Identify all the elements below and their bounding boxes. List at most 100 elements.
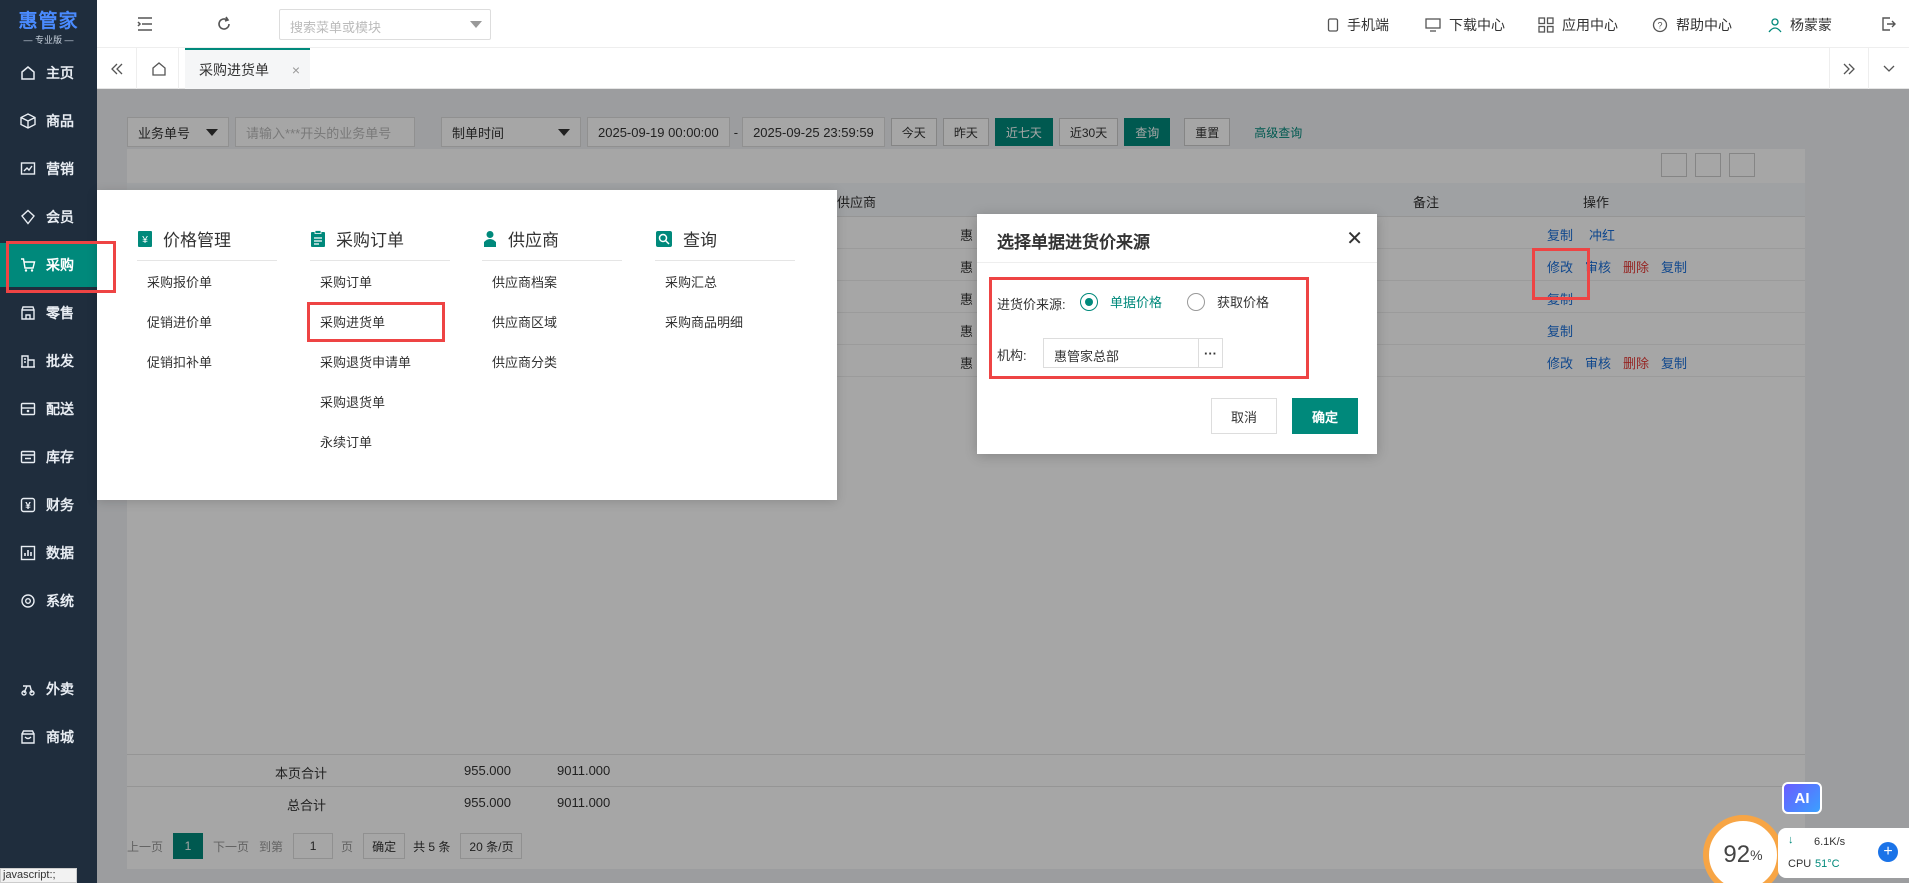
clipboard-icon: [310, 229, 326, 248]
menu-item[interactable]: 采购退货申请单: [310, 341, 450, 381]
status-bar: javascript:;: [0, 868, 77, 883]
data-icon: [20, 545, 36, 561]
menu-item[interactable]: 供应商区域: [482, 301, 622, 341]
sidebar-item-label: 财务: [46, 497, 74, 513]
search-icon: [655, 230, 673, 248]
menu-col-price: ¥ 价格管理 采购报价单 促销进价单 促销扣补单: [137, 226, 277, 381]
radio-fetch-price[interactable]: 获取价格: [1187, 292, 1269, 311]
close-icon[interactable]: ✕: [1346, 226, 1363, 251]
price-source-dialog: 选择单据进货价来源 ✕ 进货价来源: 单据价格 获取价格 机构: 惠管家总部 ·…: [977, 214, 1377, 454]
menu-item[interactable]: 永续订单: [310, 421, 450, 461]
confirm-button[interactable]: 确定: [1292, 398, 1358, 434]
menu-item[interactable]: 采购汇总: [655, 261, 795, 301]
menu-item[interactable]: 供应商分类: [482, 341, 622, 381]
sidebar-item-distribution[interactable]: 配送: [0, 387, 97, 431]
sidebar-item-purchase[interactable]: 采购: [0, 243, 97, 287]
refresh-icon[interactable]: [214, 14, 234, 34]
box-icon: [20, 113, 36, 129]
sidebar-item-retail[interactable]: 零售: [0, 291, 97, 335]
tabs-menu-chevron-icon[interactable]: [1869, 48, 1909, 89]
cpu-label: CPU: [1788, 858, 1812, 870]
sidebar-item-label: 商品: [46, 113, 74, 129]
sidebar-item-system[interactable]: 系统: [0, 579, 97, 623]
sidebar-item-takeout[interactable]: 外卖: [0, 667, 97, 711]
more-options-button[interactable]: ···: [1198, 339, 1222, 367]
divider: [977, 262, 1377, 263]
cpu-temp: 51°C: [1815, 858, 1840, 870]
mobile-label: 手机端: [1347, 17, 1389, 33]
apps-label: 应用中心: [1562, 17, 1618, 33]
apps-link[interactable]: 应用中心: [1538, 15, 1618, 35]
logout-icon[interactable]: [1879, 14, 1899, 34]
home-icon: [20, 65, 36, 81]
menu-col-header: 采购订单: [310, 226, 450, 261]
sidebar: 惠管家 — 专业版 — 主页 商品 营销 会员 采购 零售 批发 配送 库存 ¥…: [0, 0, 97, 883]
monitor-icon: [1425, 18, 1441, 32]
close-icon[interactable]: ×: [292, 62, 300, 78]
cart-icon: [20, 257, 36, 273]
sidebar-item-members[interactable]: 会员: [0, 195, 97, 239]
menu-item[interactable]: 采购退货单: [310, 381, 450, 421]
menu-item[interactable]: 采购订单: [310, 261, 450, 301]
person-icon: [482, 230, 498, 248]
sidebar-item-inventory[interactable]: 库存: [0, 435, 97, 479]
chevron-down-icon: [470, 21, 482, 28]
user-menu[interactable]: 杨蒙蒙: [1768, 15, 1832, 35]
sidebar-item-label: 外卖: [46, 681, 74, 697]
gauge-value: 92: [1723, 841, 1751, 868]
top-bar: 搜索菜单或模块 手机端 下载中心 应用中心 ? 帮助中心 杨蒙蒙: [97, 0, 1909, 48]
menu-item[interactable]: 供应商档案: [482, 261, 622, 301]
chart-icon: [20, 161, 36, 177]
menu-item[interactable]: 促销进价单: [137, 301, 277, 341]
radio-bill-price[interactable]: 单据价格: [1080, 292, 1162, 311]
radio-dot: [1080, 292, 1098, 311]
tabs-scroll-left-icon[interactable]: [97, 48, 137, 89]
org-input[interactable]: 惠管家总部 ···: [1043, 338, 1223, 368]
menu-search-input[interactable]: 搜索菜单或模块: [279, 9, 491, 40]
dialog-title: 选择单据进货价来源: [997, 233, 1150, 252]
user-name: 杨蒙蒙: [1790, 17, 1832, 33]
menu-item[interactable]: 采购报价单: [137, 261, 277, 301]
source-label: 进货价来源:: [997, 297, 1066, 312]
menu-item[interactable]: 促销扣补单: [137, 341, 277, 381]
sidebar-item-goods[interactable]: 商品: [0, 99, 97, 143]
downloads-link[interactable]: 下载中心: [1425, 15, 1505, 35]
app-logo[interactable]: 惠管家 — 专业版 —: [0, 0, 97, 48]
menu-item[interactable]: 采购商品明细: [655, 301, 795, 341]
menu-toggle-icon[interactable]: [135, 14, 155, 34]
tab-purchase-receipt[interactable]: 采购进货单 ×: [185, 48, 310, 89]
menu-col-title: 价格管理: [163, 231, 231, 250]
cancel-button[interactable]: 取消: [1211, 398, 1277, 434]
sidebar-item-marketing[interactable]: 营销: [0, 147, 97, 191]
help-link[interactable]: ? 帮助中心: [1652, 15, 1732, 35]
tabs-scroll-right-icon[interactable]: [1829, 48, 1869, 89]
user-icon: [1768, 17, 1782, 33]
plus-icon[interactable]: +: [1878, 842, 1898, 862]
org-value: 惠管家总部: [1054, 349, 1120, 364]
menu-col-title: 供应商: [508, 231, 559, 250]
menu-col-header: 查询: [655, 226, 795, 261]
menu-col-supplier: 供应商 供应商档案 供应商区域 供应商分类: [482, 226, 622, 381]
sidebar-item-home[interactable]: 主页: [0, 51, 97, 95]
finance-icon: ¥: [20, 497, 36, 513]
menu-col-title: 采购订单: [336, 231, 404, 250]
sidebar-item-data[interactable]: 数据: [0, 531, 97, 575]
sidebar-item-mall[interactable]: 商城: [0, 715, 97, 759]
sidebar-item-label: 会员: [46, 209, 74, 225]
price-icon: ¥: [137, 230, 153, 248]
sidebar-item-finance[interactable]: ¥ 财务: [0, 483, 97, 527]
sidebar-item-wholesale[interactable]: 批发: [0, 339, 97, 383]
ai-assistant-button[interactable]: AI: [1782, 782, 1822, 814]
warehouse-icon: [20, 449, 36, 465]
home-tab-icon[interactable]: [139, 48, 179, 89]
menu-item-purchase-receipt[interactable]: 采购进货单: [310, 301, 450, 341]
radio-dot: [1187, 292, 1205, 311]
sidebar-item-label: 主页: [46, 65, 74, 81]
tab-bar: 采购进货单 ×: [97, 48, 1909, 89]
arrow-down-icon: ↓: [1788, 834, 1794, 846]
svg-text:?: ?: [1657, 21, 1662, 31]
delivery-icon: [20, 681, 36, 697]
mobile-link[interactable]: 手机端: [1327, 15, 1389, 35]
sidebar-item-label: 批发: [46, 353, 74, 369]
menu-col-header: 供应商: [482, 226, 622, 261]
